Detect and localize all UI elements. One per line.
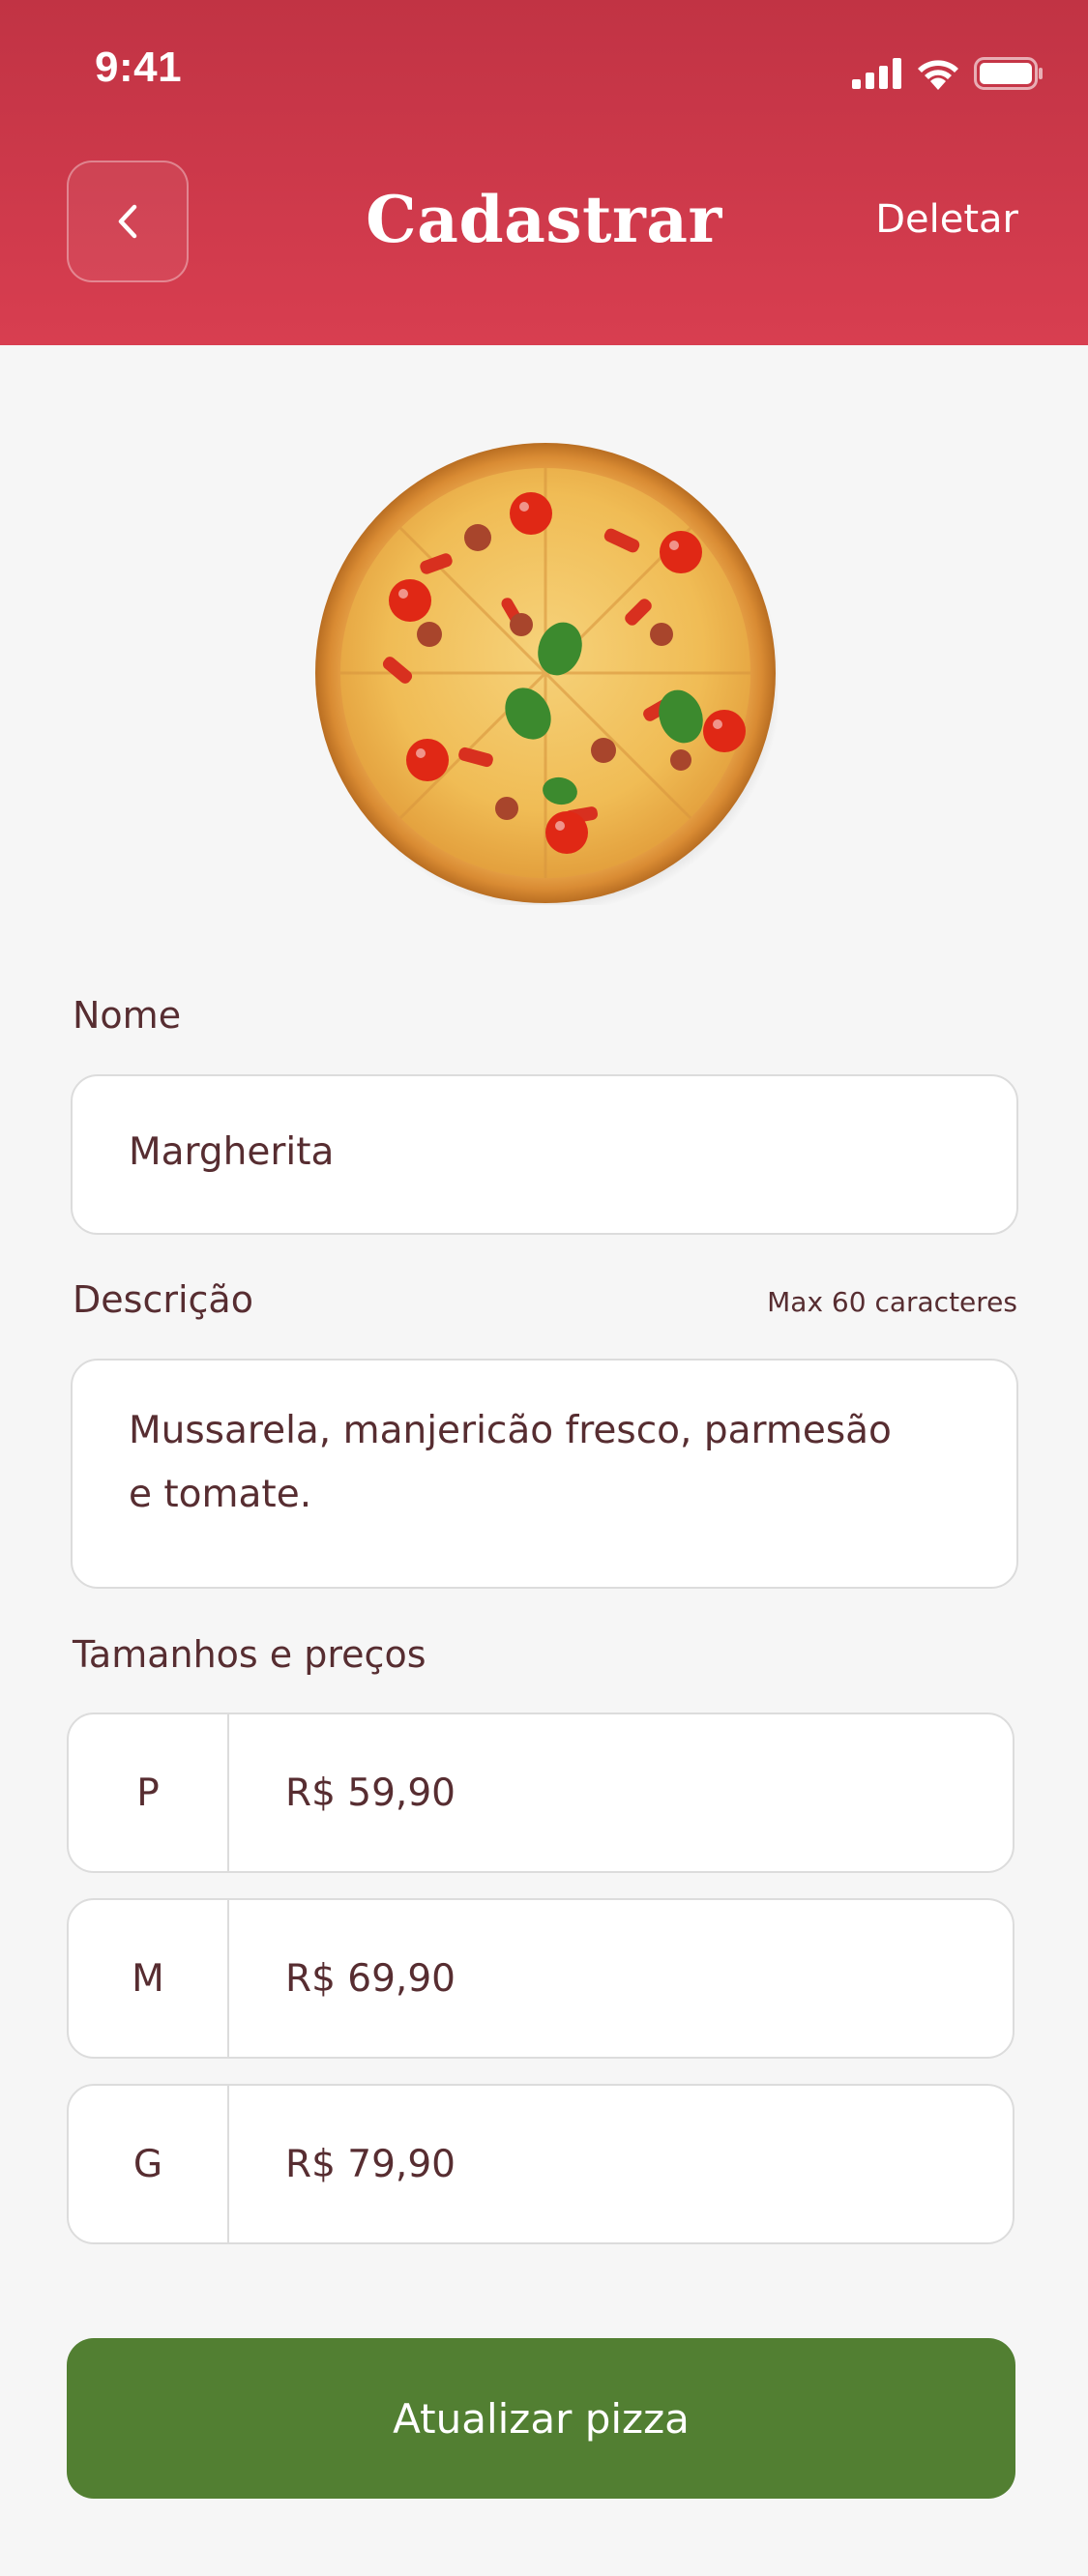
wifi-icon	[918, 60, 958, 90]
signal-icon	[852, 58, 901, 89]
description-value: Mussarela, manjericão fresco, parmesão e…	[129, 1409, 892, 1516]
name-value: Margherita	[129, 1130, 335, 1174]
battery-icon	[974, 57, 1043, 90]
price-input-p[interactable]: R$ 59,90	[229, 1714, 1013, 1871]
size-letter: G	[69, 2086, 229, 2242]
name-input[interactable]: Margherita	[71, 1074, 1018, 1235]
status-icons	[852, 54, 1044, 93]
size-letter: M	[69, 1900, 229, 2057]
description-hint: Max 60 caracteres	[767, 1286, 1017, 1318]
pizza-image[interactable]	[313, 441, 781, 913]
price-input-g[interactable]: R$ 79,90	[229, 2086, 1013, 2242]
update-pizza-button[interactable]: Atualizar pizza	[67, 2338, 1015, 2499]
price-input-m[interactable]: R$ 69,90	[229, 1900, 1013, 2057]
size-letter: P	[69, 1714, 229, 1871]
status-time: 9:41	[95, 44, 183, 91]
sizes-label: Tamanhos e preços	[73, 1633, 426, 1676]
description-input[interactable]: Mussarela, manjericão fresco, parmesão e…	[71, 1359, 1018, 1589]
header: 9:41 Cadastrar Deletar	[0, 0, 1088, 345]
size-row-m: M R$ 69,90	[67, 1898, 1014, 2059]
size-row-g: G R$ 79,90	[67, 2084, 1014, 2244]
name-label: Nome	[73, 994, 182, 1037]
description-label: Descrição	[73, 1278, 253, 1321]
size-row-p: P R$ 59,90	[67, 1712, 1014, 1873]
delete-button[interactable]: Deletar	[875, 197, 1018, 242]
